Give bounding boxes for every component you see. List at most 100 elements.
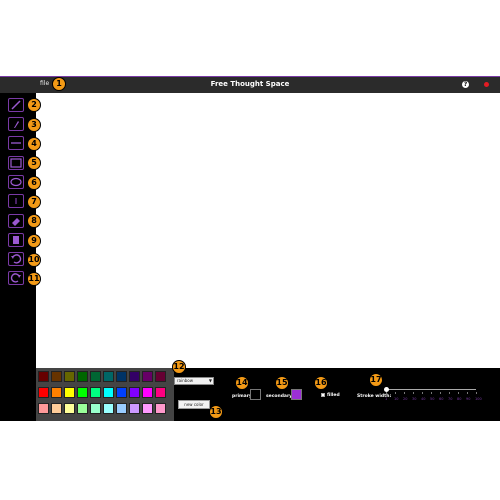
- redo-button[interactable]: [8, 271, 24, 285]
- annotation-badge: 16: [314, 376, 328, 390]
- color-palette: [36, 368, 174, 421]
- color-swatch[interactable]: [116, 387, 127, 398]
- slider-tick: [413, 392, 414, 394]
- close-icon[interactable]: [484, 82, 489, 87]
- color-swatch[interactable]: [142, 387, 153, 398]
- slider-tick-label: 20: [403, 397, 408, 401]
- clear-tool-button[interactable]: [8, 233, 24, 247]
- annotation-badge: 9: [27, 234, 41, 248]
- color-swatch[interactable]: [38, 371, 49, 382]
- color-swatch[interactable]: [103, 387, 114, 398]
- stroke-width-slider[interactable]: [386, 389, 476, 390]
- slider-tick: [467, 392, 468, 394]
- color-swatch[interactable]: [38, 387, 49, 398]
- color-swatch[interactable]: [77, 403, 88, 414]
- rectangle-tool-button[interactable]: [8, 156, 24, 170]
- secondary-color-box[interactable]: [291, 389, 302, 400]
- color-swatch[interactable]: [77, 371, 88, 382]
- color-swatch[interactable]: [155, 403, 166, 414]
- pencil-tool-button[interactable]: [8, 98, 24, 112]
- slider-tick-label: 100: [475, 397, 482, 401]
- color-swatch[interactable]: [129, 403, 140, 414]
- app-title: Free Thought Space: [210, 80, 290, 88]
- chevron-down-icon: ▼: [208, 378, 212, 383]
- color-swatch[interactable]: [116, 371, 127, 382]
- color-swatch[interactable]: [155, 371, 166, 382]
- slider-tick-label: 40: [421, 397, 426, 401]
- annotation-badge: 8: [27, 214, 41, 228]
- slider-tick: [404, 392, 405, 394]
- brush-icon: [14, 121, 19, 128]
- eraser-tool-button[interactable]: [8, 214, 24, 228]
- undo-button[interactable]: [8, 252, 24, 266]
- annotation-badge: 4: [27, 137, 41, 151]
- color-swatch[interactable]: [77, 387, 88, 398]
- annotation-badge: 6: [27, 176, 41, 190]
- slider-tick-label: 80: [457, 397, 462, 401]
- color-swatch[interactable]: [103, 371, 114, 382]
- annotation-badge: 3: [27, 118, 41, 132]
- palette-select[interactable]: rainbow ▼: [174, 377, 214, 385]
- annotation-badge: 12: [172, 360, 186, 374]
- text-icon: [15, 198, 17, 204]
- annotation-badge: 11: [27, 272, 41, 286]
- slider-tick-label: 10: [394, 397, 399, 401]
- annotation-badge: 5: [27, 156, 41, 170]
- primary-color-box[interactable]: [250, 389, 261, 400]
- annotation-badge: 15: [275, 376, 289, 390]
- annotation-badge: 1: [52, 77, 66, 91]
- color-swatch[interactable]: [129, 371, 140, 382]
- filled-label: filled: [327, 393, 340, 398]
- color-swatch[interactable]: [64, 403, 75, 414]
- color-swatch[interactable]: [51, 403, 62, 414]
- drawing-canvas[interactable]: [36, 93, 500, 368]
- color-swatch[interactable]: [64, 387, 75, 398]
- slider-tick-label: 30: [412, 397, 417, 401]
- color-swatch[interactable]: [51, 387, 62, 398]
- color-swatch[interactable]: [155, 387, 166, 398]
- filled-checkbox[interactable]: [321, 393, 325, 397]
- brush-tool-button[interactable]: [8, 117, 24, 131]
- undo-icon: [11, 254, 22, 264]
- slider-tick: [458, 392, 459, 394]
- new-color-button[interactable]: new color: [178, 400, 210, 409]
- redo-icon: [10, 273, 21, 283]
- slider-tick: [476, 392, 477, 394]
- color-swatch[interactable]: [90, 371, 101, 382]
- slider-tick-label: 1: [385, 397, 388, 401]
- annotation-badge: 7: [27, 195, 41, 209]
- clear-icon: [13, 236, 19, 244]
- help-icon[interactable]: ?: [462, 81, 469, 88]
- color-swatch[interactable]: [129, 387, 140, 398]
- slider-tick: [386, 392, 387, 394]
- color-swatch[interactable]: [38, 403, 49, 414]
- slider-tick-label: 50: [430, 397, 435, 401]
- color-swatch[interactable]: [142, 371, 153, 382]
- slider-tick: [422, 392, 423, 394]
- color-swatch[interactable]: [51, 371, 62, 382]
- color-swatch[interactable]: [116, 403, 127, 414]
- ellipse-tool-button[interactable]: [8, 175, 24, 189]
- annotation-badge: 17: [369, 373, 383, 387]
- color-swatch[interactable]: [142, 403, 153, 414]
- slider-tick-label: 90: [466, 397, 471, 401]
- rectangle-icon: [10, 158, 22, 168]
- pencil-icon: [11, 100, 21, 110]
- color-swatch[interactable]: [90, 387, 101, 398]
- color-swatch[interactable]: [103, 403, 114, 414]
- slider-tick: [449, 392, 450, 394]
- color-swatch[interactable]: [64, 371, 75, 382]
- color-swatch[interactable]: [90, 403, 101, 414]
- annotation-badge: 14: [235, 376, 249, 390]
- secondary-label: secondary:: [266, 394, 294, 399]
- ellipse-icon: [10, 177, 22, 187]
- slider-tick: [440, 392, 441, 394]
- slider-tick-label: 60: [439, 397, 444, 401]
- line-tool-button[interactable]: [8, 136, 24, 150]
- palette-select-value: rainbow: [177, 378, 193, 383]
- slider-tick: [431, 392, 432, 394]
- slider-tick: [395, 392, 396, 394]
- annotation-badge: 13: [209, 405, 223, 419]
- slider-tick-label: 70: [448, 397, 453, 401]
- text-tool-button[interactable]: [8, 194, 24, 208]
